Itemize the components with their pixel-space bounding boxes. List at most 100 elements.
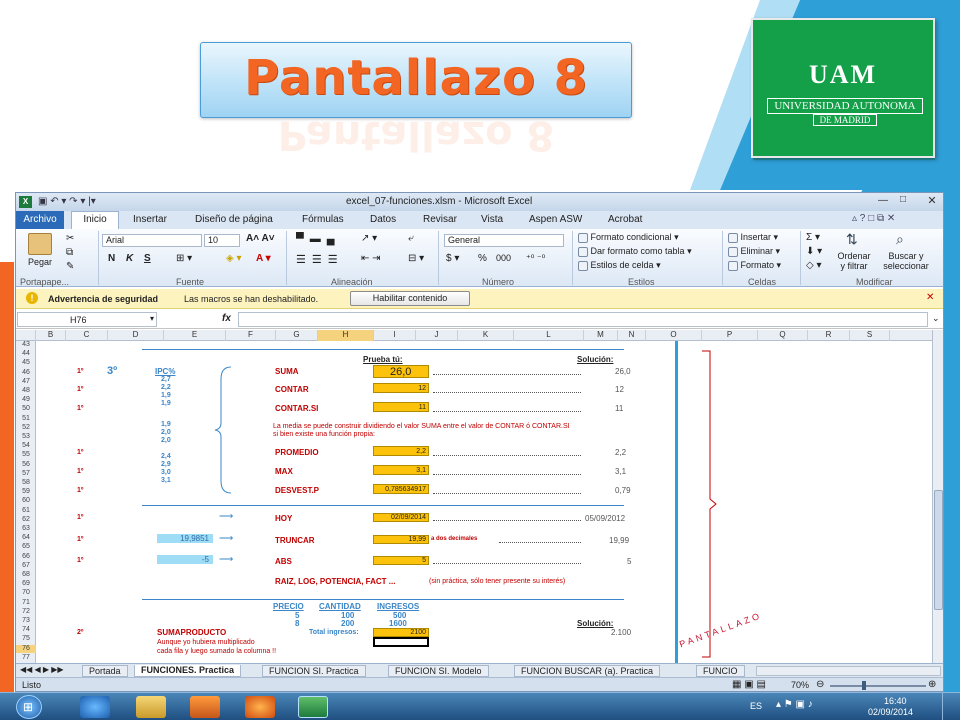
row-header[interactable]: 71 — [16, 599, 36, 607]
column-header-r[interactable]: R — [808, 330, 850, 341]
close-icon[interactable]: ✕ — [922, 194, 942, 207]
help-icons[interactable]: ▵ ? □ ⧉ ✕ — [852, 213, 895, 224]
excel-taskbar-icon[interactable] — [298, 696, 328, 718]
cut-icon[interactable]: ✂ — [66, 233, 74, 244]
paste-icon[interactable] — [28, 233, 52, 255]
borders-icon[interactable]: ⊞ ▾ — [176, 253, 192, 264]
worksheet-grid[interactable]: 3º Prueba tú: Solución: IPC% 2,7 2,2 1,9 1,… — [37, 341, 932, 663]
function-try-cell[interactable]: 11 — [373, 402, 429, 412]
conditional-format-button[interactable]: Formato condicional ▾ — [578, 232, 679, 243]
tab-formulas[interactable]: Fórmulas — [302, 214, 344, 225]
horizontal-scrollbar[interactable] — [756, 666, 941, 676]
format-cells-button[interactable]: Formato ▾ — [728, 260, 781, 271]
hoy-try-cell[interactable]: 02/09/2014 — [373, 513, 429, 522]
row-header[interactable]: 56 — [16, 461, 36, 469]
wrap-text-icon[interactable]: ⤶ — [408, 233, 414, 244]
excel-app-icon[interactable]: X — [19, 196, 32, 208]
media-player-icon[interactable] — [190, 696, 220, 718]
column-header-m[interactable]: M — [584, 330, 618, 341]
fill-color-icon[interactable]: ◈ ▾ — [226, 253, 242, 264]
tab-acrobat[interactable]: Acrobat — [608, 214, 642, 225]
abs-input-cell[interactable]: -5 — [157, 555, 213, 564]
zoom-slider[interactable] — [830, 685, 926, 687]
grow-font-icon[interactable]: A˄ A˅ — [246, 233, 275, 244]
row-header[interactable]: 74 — [16, 626, 36, 634]
function-try-cell[interactable]: 2,2 — [373, 446, 429, 456]
tab-aspen-asw[interactable]: Aspen ASW — [529, 214, 582, 225]
sort-filter-icon[interactable]: ⇅ — [846, 231, 858, 248]
bold-button[interactable]: N — [108, 253, 115, 264]
underline-button[interactable]: S — [144, 253, 151, 264]
fill-icon[interactable]: ⬇ ▾ — [806, 246, 822, 257]
row-header[interactable]: 52 — [16, 424, 36, 432]
row-header[interactable]: 64 — [16, 534, 36, 542]
sheet-tab-funcion-si-practica[interactable]: FUNCION SI. Practica — [262, 665, 366, 677]
column-header-g[interactable]: G — [276, 330, 318, 341]
close-warning-icon[interactable]: ✕ — [926, 292, 934, 303]
active-cell[interactable] — [373, 637, 429, 647]
function-try-cell[interactable]: 12 — [373, 383, 429, 393]
select-all-corner[interactable] — [16, 330, 36, 341]
clock-time[interactable]: 16:40 — [884, 696, 907, 706]
table-format-button[interactable]: Dar formato como tabla ▾ — [578, 246, 692, 257]
sort-filter-button[interactable]: Ordenar y filtrar — [834, 251, 874, 271]
font-color-icon[interactable]: A ▾ — [256, 253, 271, 264]
currency-icon[interactable]: $ ▾ — [446, 253, 459, 264]
tab-diseno-pagina[interactable]: Diseño de página — [195, 214, 273, 225]
column-header-o[interactable]: O — [646, 330, 702, 341]
row-header[interactable]: 50 — [16, 405, 36, 413]
tray-icons[interactable]: ▴ ⚑ ▣ ♪ — [776, 699, 813, 710]
delete-cells-button[interactable]: Eliminar ▾ — [728, 246, 780, 257]
row-header[interactable]: 45 — [16, 359, 36, 367]
row-header[interactable]: 73 — [16, 617, 36, 625]
sheet-nav-icons[interactable]: ◀◀ ◀ ▶ ▶▶ — [20, 665, 64, 674]
maximize-icon[interactable]: □ — [900, 194, 906, 205]
decimal-icons[interactable]: ⁺⁰ ⁻⁰ — [526, 253, 545, 264]
row-header[interactable]: 55 — [16, 451, 36, 459]
zoom-out-icon[interactable]: ⊖ — [816, 679, 824, 690]
clock-date[interactable]: 02/09/2014 — [868, 707, 913, 717]
zoom-slider-thumb[interactable] — [862, 681, 866, 690]
font-name-select[interactable]: Arial — [102, 234, 202, 247]
orientation-icon[interactable]: ↗ ▾ — [361, 233, 377, 244]
scroll-thumb[interactable] — [934, 490, 943, 610]
column-header-h[interactable]: H — [318, 330, 374, 341]
expand-formula-icon[interactable]: ⌄ — [932, 313, 940, 324]
zoom-in-icon[interactable]: ⊕ — [928, 679, 936, 690]
tab-inicio[interactable]: Inicio — [71, 211, 119, 229]
indent-icons[interactable]: ⇤ ⇥ — [361, 253, 381, 264]
cell-styles-button[interactable]: Estilos de celda ▾ — [578, 260, 661, 271]
abs-try-cell[interactable]: 5 — [373, 556, 429, 565]
row-header[interactable]: 54 — [16, 442, 36, 450]
autosum-icon[interactable]: Σ ▾ — [806, 232, 820, 243]
column-header-s[interactable]: S — [850, 330, 890, 341]
function-try-cell[interactable]: 3,1 — [373, 465, 429, 475]
column-header-b[interactable]: B — [36, 330, 66, 341]
tab-insertar[interactable]: Insertar — [133, 214, 167, 225]
paste-button[interactable]: Pegar — [28, 257, 52, 267]
function-try-cell[interactable]: 0,785634917 — [373, 484, 429, 494]
firefox-icon[interactable] — [245, 696, 275, 718]
italic-button[interactable]: K — [126, 253, 133, 264]
row-header[interactable]: 58 — [16, 479, 36, 487]
percent-button[interactable]: % — [478, 253, 487, 264]
internet-explorer-icon[interactable] — [80, 696, 110, 718]
binoculars-icon[interactable]: ⌕ — [896, 231, 904, 248]
find-select-button[interactable]: Buscar y seleccionar — [878, 251, 934, 271]
row-header[interactable]: 76 — [16, 644, 36, 653]
formula-input[interactable] — [238, 312, 928, 327]
row-header[interactable]: 63 — [16, 525, 36, 533]
row-header[interactable]: 43 — [16, 341, 36, 349]
column-header-c[interactable]: C — [66, 330, 108, 341]
enable-content-button[interactable]: Habilitar contenido — [350, 291, 470, 306]
column-header-k[interactable]: K — [458, 330, 514, 341]
horizontal-align-icons[interactable]: ☰☰☰ — [296, 253, 344, 266]
row-header[interactable]: 44 — [16, 350, 36, 358]
clear-icon[interactable]: ◇ ▾ — [806, 260, 822, 271]
row-header[interactable]: 72 — [16, 608, 36, 616]
sheet-tab-funcion-buscar[interactable]: FUNCION BUSCAR (a). Practica — [514, 665, 661, 677]
language-indicator[interactable]: ES — [750, 701, 762, 711]
row-header[interactable]: 66 — [16, 553, 36, 561]
function-try-cell[interactable]: 26,0 — [373, 365, 429, 378]
row-header[interactable]: 67 — [16, 562, 36, 570]
